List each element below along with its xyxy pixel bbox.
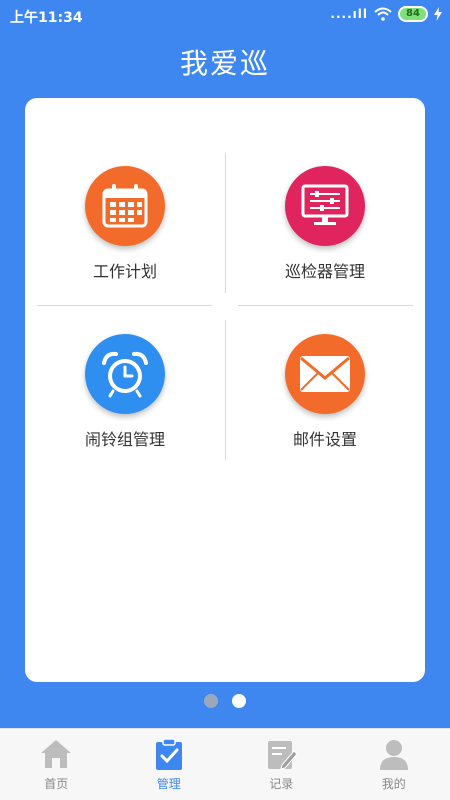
battery-indicator: 84 bbox=[398, 6, 428, 22]
menu-item-label: 邮件设置 bbox=[292, 430, 357, 449]
menu-item-work-plan[interactable]: 工作计划 bbox=[25, 158, 225, 308]
menu-item-inspector-management[interactable]: 巡检器管理 bbox=[225, 158, 425, 308]
page-dot[interactable] bbox=[204, 694, 218, 708]
tab-mine[interactable]: 我的 bbox=[338, 729, 450, 800]
tab-records[interactable]: 记录 bbox=[225, 729, 338, 800]
home-icon bbox=[41, 740, 72, 768]
tab-label: 我的 bbox=[381, 777, 406, 791]
page-title: 我爱巡 bbox=[179, 47, 270, 80]
page-dot-active[interactable] bbox=[232, 694, 246, 708]
status-time: 上午11:34 bbox=[10, 10, 83, 26]
mail-icon bbox=[285, 334, 365, 414]
calendar-icon bbox=[85, 166, 165, 246]
tab-home[interactable]: 首页 bbox=[0, 729, 113, 800]
monitor-icon bbox=[285, 166, 365, 246]
menu-item-label: 巡检器管理 bbox=[284, 262, 365, 281]
tab-label: 记录 bbox=[269, 777, 294, 791]
status-indicators: ....ıll 84 bbox=[330, 6, 442, 22]
status-bar: 上午11:34 ....ıll 84 bbox=[0, 0, 450, 32]
menu-item-label: 闹铃组管理 bbox=[84, 430, 165, 449]
signal-icon: ....ıll bbox=[330, 7, 368, 21]
tab-label: 管理 bbox=[156, 777, 181, 791]
menu-card: 工作计划 巡检器管理 闹铃组管理 邮件设置 bbox=[25, 98, 425, 682]
menu-item-mail-settings[interactable]: 邮件设置 bbox=[225, 326, 425, 476]
user-icon bbox=[379, 740, 408, 770]
alarm-clock-icon bbox=[85, 334, 165, 414]
wifi-icon bbox=[374, 7, 392, 21]
charging-icon bbox=[434, 7, 442, 21]
page-indicator bbox=[0, 694, 450, 708]
clipboard-check-icon bbox=[155, 738, 182, 770]
tab-label: 首页 bbox=[44, 777, 69, 791]
tab-manage[interactable]: 管理 bbox=[113, 729, 226, 800]
menu-item-alarm-group-management[interactable]: 闹铃组管理 bbox=[25, 326, 225, 476]
menu-item-label: 工作计划 bbox=[92, 262, 157, 281]
bottom-tab-bar: 首页 管理 记录 我的 bbox=[0, 728, 450, 800]
note-edit-icon bbox=[268, 741, 298, 770]
